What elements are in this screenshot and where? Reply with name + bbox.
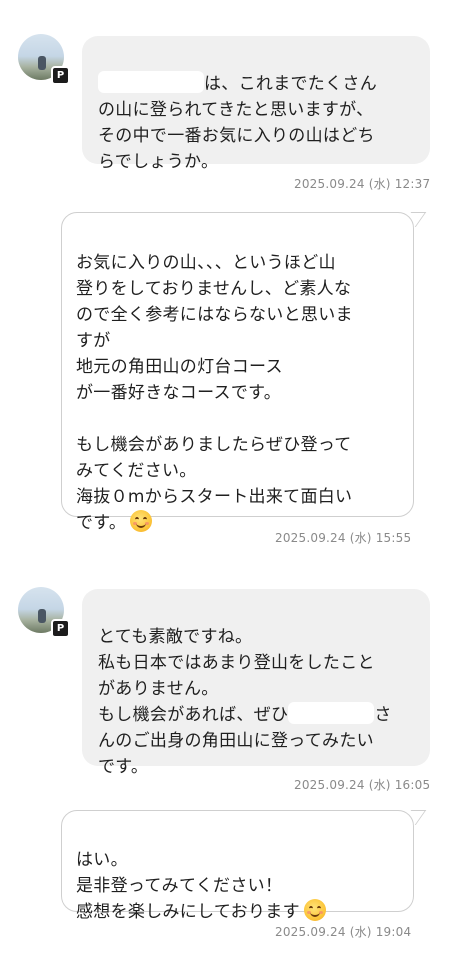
- message-text: お気に入りの山、、、というほど山 登りをしておりませんし、ど素人な ので全く参考…: [76, 253, 353, 533]
- smiling-face-icon: [303, 899, 326, 921]
- message-text: はい。 是非登ってみてください！ 感想を楽しみにしております: [76, 850, 300, 922]
- premium-badge-icon: P: [51, 66, 70, 85]
- message-text: の山に登られてきたと思いますが、 その中で一番お気に入りの山はどち らでしょうか…: [98, 100, 375, 172]
- message-timestamp: 2025.09.24 (水) 16:05: [294, 778, 431, 792]
- outgoing-message-bubble[interactable]: はい。 是非登ってみてください！ 感想を楽しみにしております: [61, 810, 414, 922]
- redacted-name: [98, 71, 204, 93]
- contact-avatar[interactable]: P: [18, 587, 70, 638]
- contact-avatar[interactable]: P: [18, 34, 70, 85]
- redacted-name: [288, 702, 375, 724]
- premium-badge-icon: P: [51, 619, 70, 638]
- smiling-face-icon: [130, 510, 153, 532]
- outgoing-message-bubble[interactable]: お気に入りの山、、、というほど山 登りをしておりませんし、ど素人な ので全く参考…: [61, 212, 414, 533]
- incoming-message-bubble[interactable]: は、これまでたくさん の山に登られてきたと思いますが、 その中で一番お気に入りの…: [82, 36, 430, 172]
- message-text-segment: さ: [374, 705, 392, 725]
- message-text: んのご出身の角田山に登ってみたい です。: [98, 731, 374, 777]
- message-timestamp: 2025.09.24 (水) 19:04: [275, 925, 412, 939]
- avatar-photo-figure: [38, 56, 46, 70]
- avatar-photo-figure: [38, 609, 46, 623]
- message-timestamp: 2025.09.24 (水) 15:55: [275, 531, 412, 545]
- message-text-segment: は、これまでたくさん: [204, 74, 377, 94]
- incoming-message-bubble[interactable]: とても素敵ですね。 私も日本ではあまり登山をしたこと がありません。 もし機会が…: [82, 589, 430, 777]
- message-timestamp: 2025.09.24 (水) 12:37: [294, 177, 431, 191]
